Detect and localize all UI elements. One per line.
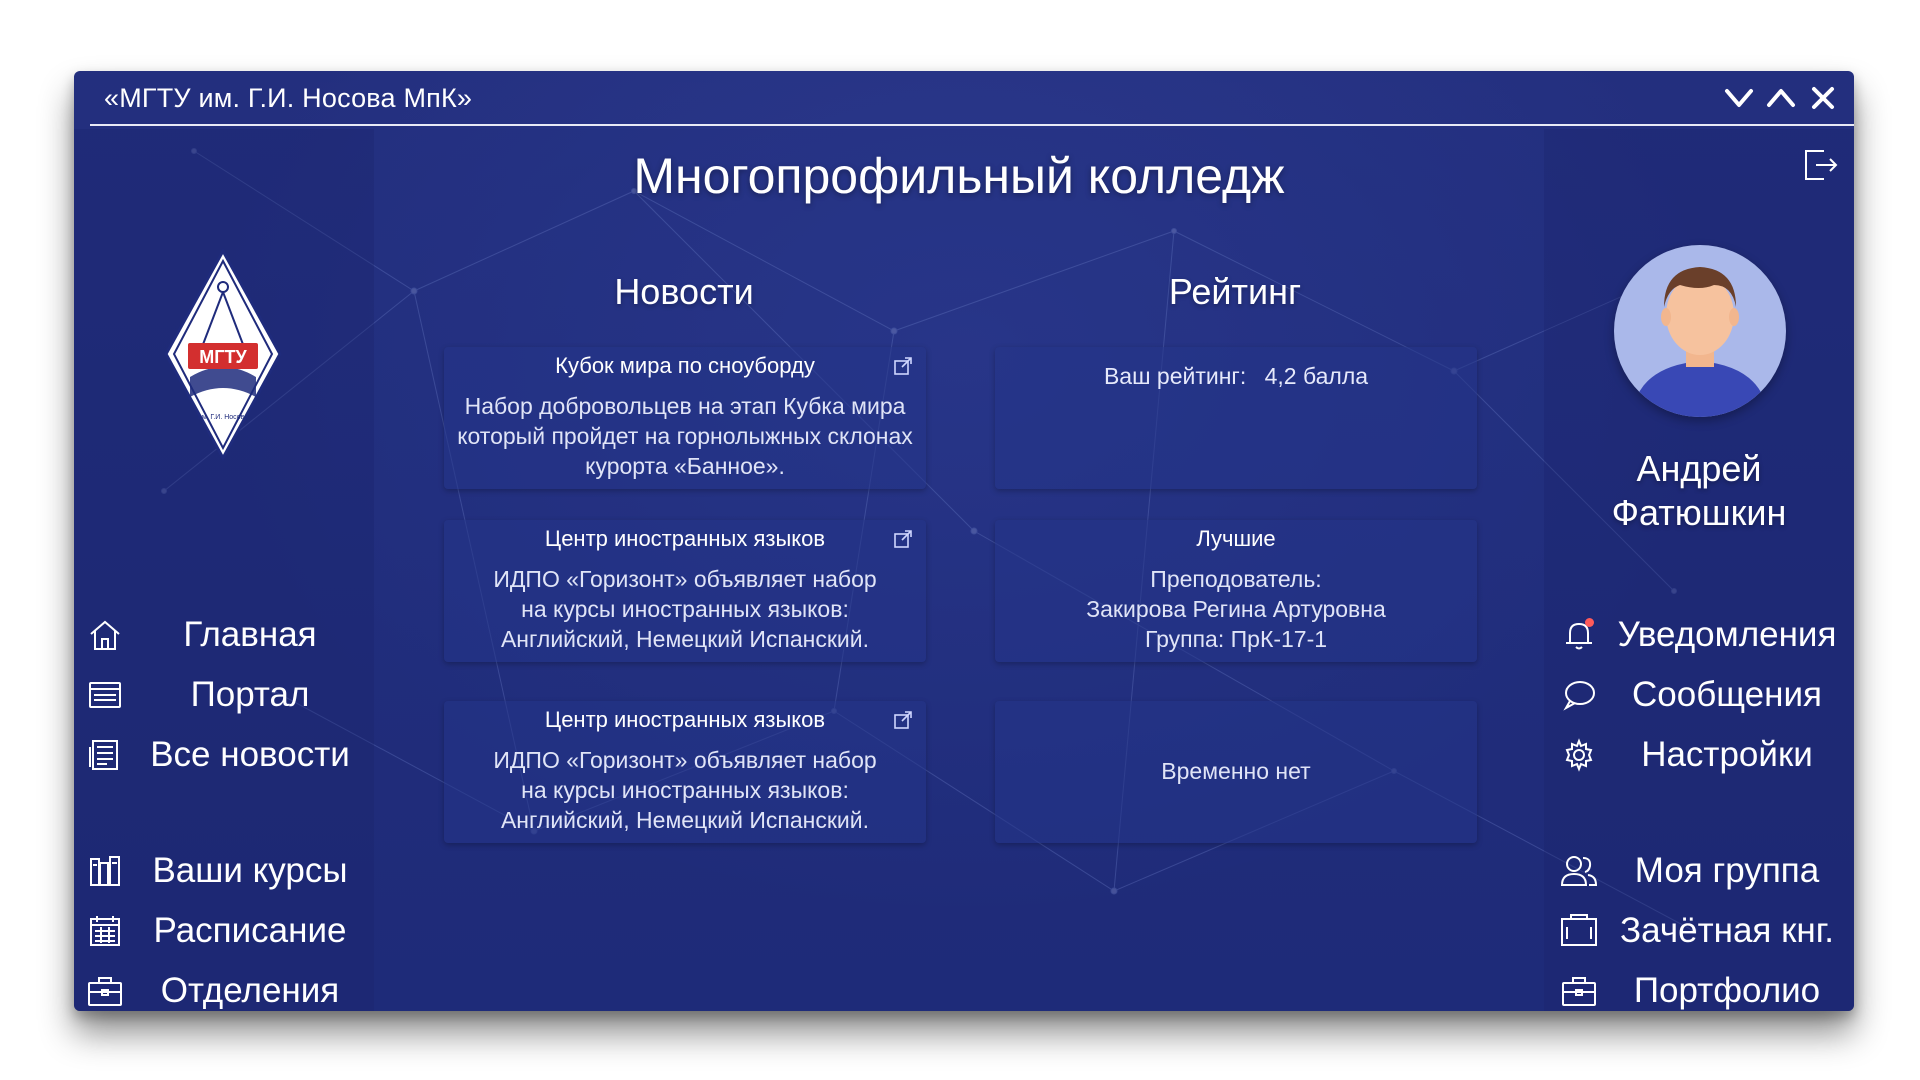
news-card-title: Центр иностранных языков: [544, 526, 826, 551]
nav-your-courses[interactable]: Ваши курсы: [84, 845, 374, 897]
briefcase-icon: [84, 970, 126, 1011]
maximize-button[interactable]: [1764, 81, 1798, 115]
news-card[interactable]: Центр иностранных языков ИДПО «Горизонт»…: [444, 701, 926, 843]
news-card-title: Кубок мира по сноуборду: [555, 353, 815, 378]
nav-your-courses-label: Ваши курсы: [152, 851, 348, 890]
main-content: Многопрофильный колледж Новости Рейтинг …: [374, 129, 1544, 1011]
your-rating-label: Ваш рейтинг:: [1103, 363, 1247, 389]
nav-my-group-label: Моя группа: [1634, 851, 1820, 890]
nav-portal[interactable]: Портал: [84, 669, 374, 721]
nav-departments[interactable]: Отделения: [84, 965, 374, 1011]
window-title: «МГТУ им. Г.И. Носова МпК»: [104, 83, 473, 113]
news-card-title: Центр иностранных языков: [544, 707, 826, 732]
news-heading: Новости: [614, 271, 754, 312]
your-rating-card: Ваш рейтинг: 4,2 балла: [995, 347, 1477, 489]
external-link-icon[interactable]: [892, 709, 914, 731]
record-book-icon: [1558, 910, 1600, 952]
nav-departments-label: Отделения: [160, 971, 340, 1010]
nav-settings-label: Настройки: [1641, 735, 1813, 774]
logo-subtext: им. Г.И. Носова: [198, 414, 248, 421]
title-bar: «МГТУ им. Г.И. Носова МпК»: [74, 71, 1854, 126]
user-name: Андрей Фатюшкин: [1611, 448, 1787, 533]
left-sidebar: МГТУ им. Г.И. Носова Главная Портал Все …: [74, 129, 374, 1011]
bell-icon: [1558, 614, 1600, 656]
home-icon: [84, 614, 126, 656]
nav-messages[interactable]: Сообщения: [1558, 669, 1854, 721]
nav-record-book-label: Зачётная кнг.: [1620, 911, 1834, 950]
university-logo[interactable]: МГТУ им. Г.И. Носова: [162, 247, 284, 462]
minimize-button[interactable]: [1722, 81, 1756, 115]
nav-home[interactable]: Главная: [84, 609, 374, 661]
external-link-icon[interactable]: [892, 355, 914, 377]
calendar-icon: [84, 910, 126, 952]
user-avatar[interactable]: [1614, 245, 1786, 417]
news-card[interactable]: Кубок мира по сноуборду Набор добровольц…: [444, 347, 926, 489]
best-card-title: Лучшие: [1196, 526, 1276, 551]
external-link-icon[interactable]: [892, 528, 914, 550]
close-button[interactable]: [1806, 81, 1840, 115]
nav-home-label: Главная: [183, 615, 317, 654]
books-icon: [84, 850, 126, 892]
news-card[interactable]: Центр иностранных языков ИДПО «Горизонт»…: [444, 520, 926, 662]
chevron-down-icon: [1725, 89, 1753, 107]
close-icon: [1812, 87, 1834, 109]
nav-notifications-label: Уведомления: [1617, 615, 1837, 654]
browser-window-icon: [84, 674, 126, 716]
nav-all-news[interactable]: Все новости: [84, 729, 374, 781]
chat-bubble-icon: [1558, 674, 1600, 716]
nav-schedule[interactable]: Расписание: [84, 905, 374, 957]
page-title: Многопрофильный колледж: [633, 148, 1285, 204]
your-rating-line: Ваш рейтинг: 4,2 балла: [995, 363, 1477, 390]
empty-card: Временно нет: [995, 701, 1477, 843]
rating-heading: Рейтинг: [1168, 271, 1302, 312]
nav-my-group[interactable]: Моя группа: [1558, 845, 1854, 897]
nav-record-book[interactable]: Зачётная кнг.: [1558, 905, 1854, 957]
right-sidebar: Андрей Фатюшкин Уведомления Сообщения На…: [1544, 129, 1854, 1011]
news-card-body: ИДПО «Горизонт» объявляет набор на курсы…: [493, 747, 877, 833]
nav-messages-label: Сообщения: [1632, 675, 1822, 714]
chevron-up-icon: [1767, 89, 1795, 107]
nav-portal-label: Портал: [190, 675, 310, 714]
logo-text: МГТУ: [199, 347, 247, 367]
title-divider: [90, 124, 1854, 126]
logout-icon[interactable]: [1800, 145, 1840, 185]
news-card-body: ИДПО «Горизонт» объявляет набор на курсы…: [493, 566, 877, 652]
nav-all-news-label: Все новости: [150, 735, 350, 774]
window-controls: [1722, 81, 1840, 115]
empty-card-text: Временно нет: [1161, 758, 1311, 784]
best-card: Лучшие Преподователь: Закирова Регина Ар…: [995, 520, 1477, 662]
group-icon: [1558, 850, 1600, 892]
portfolio-icon: [1558, 970, 1600, 1011]
nav-notifications[interactable]: Уведомления: [1558, 609, 1854, 661]
your-rating-value: 4,2 балла: [1264, 363, 1369, 389]
gear-icon: [1558, 734, 1600, 776]
notification-badge: [1585, 618, 1594, 627]
newspaper-icon: [84, 734, 126, 776]
nav-schedule-label: Расписание: [153, 911, 347, 950]
nav-portfolio-label: Портфолио: [1633, 971, 1821, 1010]
nav-settings[interactable]: Настройки: [1558, 729, 1854, 781]
news-card-body: Набор добровольцев на этап Кубка мира ко…: [457, 393, 913, 479]
best-card-body: Преподователь: Закирова Регина Артуровна…: [1086, 566, 1386, 652]
app-window: «МГТУ им. Г.И. Носова МпК» МГТУ им. Г.И.: [74, 71, 1854, 1011]
nav-portfolio[interactable]: Портфолио: [1558, 965, 1854, 1011]
